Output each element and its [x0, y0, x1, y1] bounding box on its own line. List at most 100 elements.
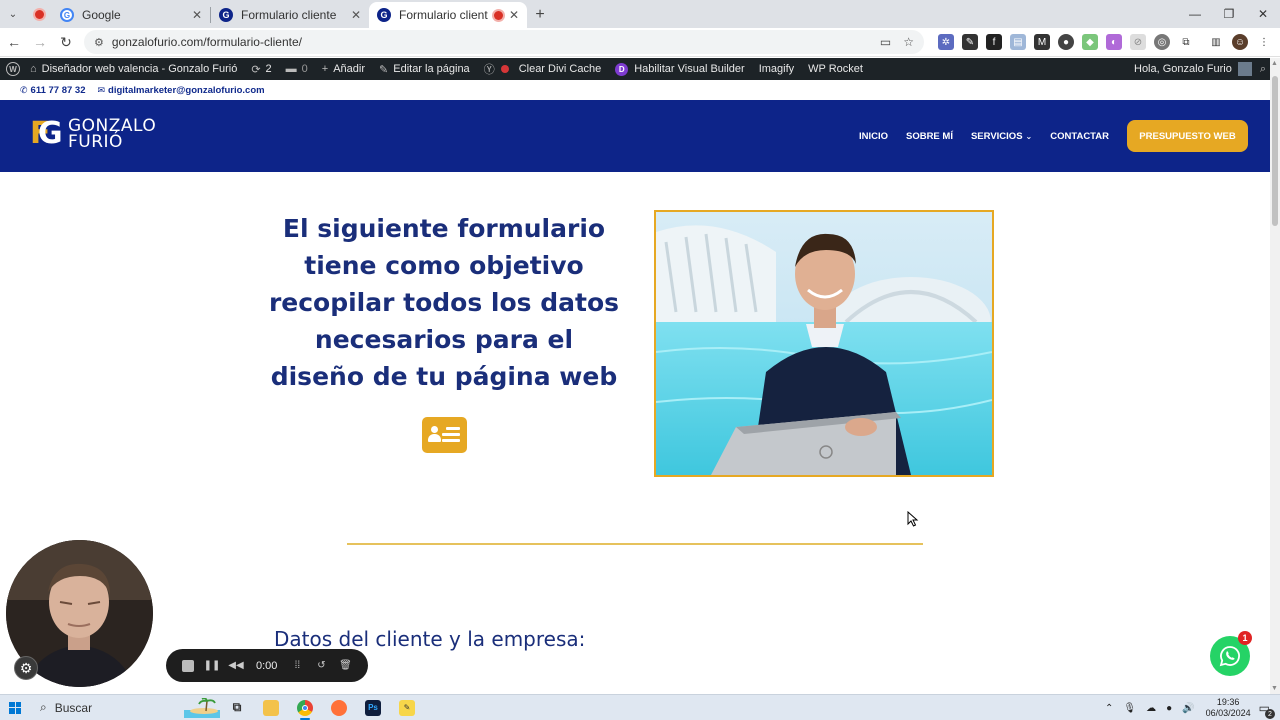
pause-icon[interactable]: ❚❚ — [204, 658, 221, 674]
browser-tab-formulario-active[interactable]: G Formulario cliente ✕ — [369, 2, 527, 28]
nav-sobre-mi[interactable]: SOBRE MÍ — [906, 131, 953, 142]
extension-color-icon[interactable]: ◆ — [1082, 34, 1098, 50]
delete-icon[interactable]: 🗑 — [337, 658, 353, 674]
drag-handle-icon[interactable]: ⁞⁞ — [289, 658, 305, 674]
bookmark-star-icon[interactable]: ☆ — [903, 35, 914, 49]
extensions-row: ✲ ✎ f ▤ M ● ◆ ◐ ⊘ ◎ ⧉ ▥ ☺ ⋮ — [934, 34, 1276, 50]
side-panel-icon[interactable]: ▥ — [1208, 34, 1224, 50]
hero-title: El siguiente formulario tiene como objet… — [268, 214, 620, 391]
tab-close-icon[interactable]: ✕ — [509, 8, 519, 22]
windows-taskbar: ⌕ Buscar ⧉ Ps ✎ ⌃ 🎙 ☁ ● 🔊 19:36 06/03/20… — [0, 694, 1280, 720]
site-contact-bar: ✆ 611 77 87 32 ✉ digitalmarketer@gonzalo… — [0, 80, 1270, 100]
wp-comments[interactable]: ▬ 0 — [286, 63, 308, 75]
phone-link[interactable]: ✆ 611 77 87 32 — [20, 85, 86, 96]
tray-chevron-up-icon[interactable]: ⌃ — [1105, 703, 1113, 714]
whatsapp-badge: 1 — [1238, 631, 1252, 645]
cloud-icon[interactable]: ☁ — [1146, 703, 1156, 714]
recording-indicator-icon — [493, 10, 503, 20]
extension-circle-icon[interactable]: ● — [1058, 34, 1074, 50]
wp-imagify[interactable]: Imagify — [759, 63, 794, 75]
task-view-icon[interactable]: ⧉ — [220, 695, 254, 720]
chrome-icon[interactable] — [288, 695, 322, 720]
file-explorer-icon[interactable] — [254, 695, 288, 720]
profile-photo — [654, 210, 994, 477]
nav-contactar[interactable]: CONTACTAR — [1050, 131, 1109, 142]
google-icon: G — [60, 8, 74, 22]
extension-gear-icon[interactable]: ✲ — [938, 34, 954, 50]
wp-account[interactable]: Hola, Gonzalo Furio ⌕ — [1134, 62, 1270, 76]
wp-edit-page[interactable]: ✎ Editar la página — [379, 63, 470, 76]
new-tab-button[interactable]: + — [527, 2, 553, 28]
address-bar: ← → ↻ ⚙ gonzalofurio.com/formulario-clie… — [0, 28, 1280, 57]
photoshop-icon[interactable]: Ps — [356, 695, 390, 720]
wp-clear-divi-cache[interactable]: Clear Divi Cache — [519, 63, 602, 75]
home-icon: ⌂ — [30, 63, 37, 75]
browser-tab-google[interactable]: G Google ✕ — [52, 2, 210, 28]
minimize-icon[interactable]: — — [1178, 0, 1212, 28]
restart-icon[interactable]: ↺ — [313, 658, 329, 674]
scroll-down-icon[interactable]: ▼ — [1271, 685, 1278, 692]
taskbar-search[interactable]: ⌕ Buscar — [30, 695, 220, 720]
mic-active-icon[interactable]: ● — [1166, 703, 1172, 714]
window-controls: — ❐ ✕ — [1178, 0, 1280, 28]
id-card-icon — [422, 417, 467, 453]
presupuesto-web-button[interactable]: PRESUPUESTO WEB — [1127, 120, 1248, 152]
gonzalo-icon: G — [377, 8, 391, 22]
wp-rocket[interactable]: WP Rocket — [808, 63, 863, 75]
browser-tab-strip: ⌄ G Google ✕ G Formulario cliente ✕ G Fo… — [0, 0, 1280, 28]
volume-icon[interactable]: 🔊 — [1182, 703, 1194, 714]
extension-purple-icon[interactable]: ◐ — [1106, 34, 1122, 50]
windows-start-icon[interactable] — [0, 695, 30, 720]
yoast-icon[interactable]: Ⓨ — [484, 61, 495, 77]
notifications-icon[interactable]: ▭ 2 — [1259, 701, 1275, 719]
nav-servicios[interactable]: SERVICIOS ⌄ — [971, 131, 1032, 142]
extension-m-icon[interactable]: M — [1034, 34, 1050, 50]
tab-close-icon[interactable]: ✕ — [192, 8, 202, 22]
browser-menu-icon[interactable]: ⋮ — [1256, 34, 1272, 50]
profile-avatar[interactable]: ☺ — [1232, 34, 1248, 50]
wp-search-icon[interactable]: ⌕ — [1260, 63, 1266, 76]
reload-icon[interactable]: ↻ — [54, 30, 78, 54]
stop-recording-button[interactable] — [180, 658, 196, 674]
extension-font-icon[interactable]: f — [986, 34, 1002, 50]
tab-search-chevron-icon[interactable]: ⌄ — [0, 0, 26, 28]
extension-window-icon[interactable]: ▤ — [1010, 34, 1026, 50]
site-info-icon[interactable]: ⚙ — [94, 36, 104, 49]
tab-close-icon[interactable]: ✕ — [351, 8, 361, 22]
back-icon[interactable]: ← — [2, 30, 26, 54]
forward-icon[interactable]: → — [28, 30, 52, 54]
page-scrollbar[interactable]: ▲ ▼ — [1270, 58, 1280, 694]
extensions-puzzle-icon[interactable]: ⧉ — [1178, 34, 1194, 50]
recording-tab-icon[interactable] — [26, 0, 52, 28]
url-input[interactable]: ⚙ gonzalofurio.com/formulario-cliente/ ▭… — [84, 30, 924, 54]
extension-globe-icon[interactable]: ◎ — [1154, 34, 1170, 50]
firefox-icon[interactable] — [322, 695, 356, 720]
rewind-icon[interactable]: ◀◀ — [228, 658, 244, 674]
sticky-notes-icon[interactable]: ✎ — [390, 695, 424, 720]
email-link[interactable]: ✉ digitalmarketer@gonzalofurio.com — [98, 85, 265, 96]
scrollbar-thumb[interactable] — [1272, 76, 1278, 226]
wp-add-new[interactable]: + Añadir — [322, 63, 365, 75]
site-logo[interactable]: FG GONZALO FURIÓ — [30, 118, 156, 151]
scroll-up-icon[interactable]: ▲ — [1271, 60, 1278, 67]
wp-site-name[interactable]: ⌂ Diseñador web valencia - Gonzalo Furió — [30, 63, 237, 75]
wp-updates[interactable]: ⟳ 2 — [251, 63, 271, 76]
restore-icon[interactable]: ❐ — [1212, 0, 1246, 28]
wp-avatar — [1237, 62, 1252, 76]
camera-icon[interactable]: ▭ — [880, 35, 891, 49]
recorder-settings-gear-icon[interactable]: ⚙ — [14, 656, 38, 680]
nav-inicio[interactable]: INICIO — [859, 131, 888, 142]
updates-icon: ⟳ — [251, 63, 261, 76]
recording-timer: 0:00 — [256, 659, 278, 672]
gonzalo-icon: G — [219, 8, 233, 22]
search-highlight-beach-icon — [184, 697, 220, 718]
wp-visual-builder[interactable]: D Habilitar Visual Builder — [615, 62, 745, 76]
taskbar-clock[interactable]: 19:36 06/03/2024 — [1206, 697, 1251, 719]
browser-tab-formulario-1[interactable]: G Formulario cliente ✕ — [211, 2, 369, 28]
microphone-icon[interactable]: 🎙 — [1123, 703, 1136, 714]
extension-pen-icon[interactable]: ✎ — [962, 34, 978, 50]
wordpress-logo-icon[interactable]: W — [6, 62, 20, 76]
extension-compass-icon[interactable]: ⊘ — [1130, 34, 1146, 50]
seo-status-icon — [500, 65, 509, 73]
close-window-icon[interactable]: ✕ — [1246, 0, 1280, 28]
